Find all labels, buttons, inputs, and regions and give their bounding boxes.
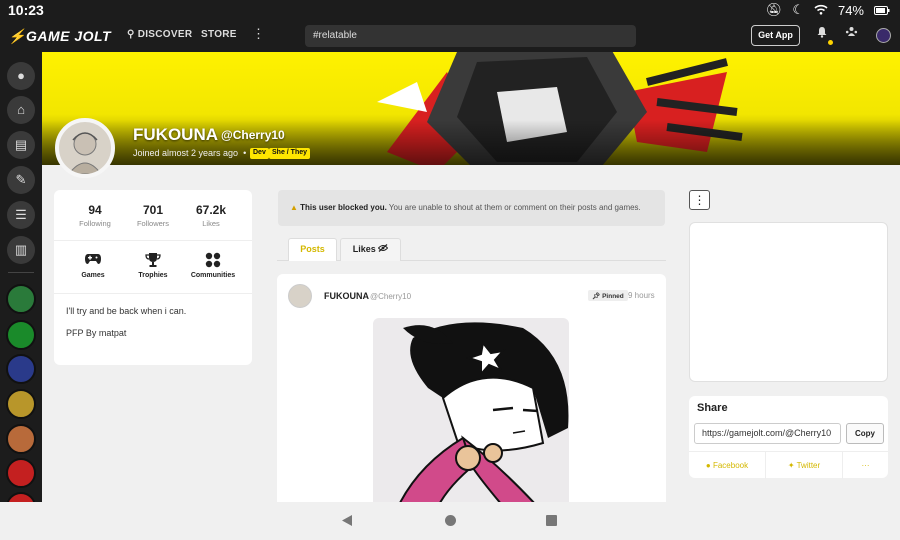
blocked-notice: ▲ This user blocked you. You are unable … [278,190,665,226]
divider [54,240,252,241]
mute-icon: 🔕︎ [765,2,783,17]
following-count: 94 [88,203,102,217]
communities-icon [183,252,243,270]
likes-stat[interactable]: 67.2k Likes [181,203,241,228]
profile-options-button[interactable]: ⋮ [689,190,710,210]
activity-icon[interactable]: ● [7,62,35,90]
more-share-button[interactable]: ··· [843,452,888,479]
chat-icon[interactable]: ☰ [7,201,35,229]
left-sidebar: ● ⌂ ▤ ✎ ☰ ▥ [0,52,42,522]
facebook-icon: ● [705,461,711,470]
facebook-share-button[interactable]: ● Facebook [689,452,766,479]
profile-handle: @Cherry10 [221,128,285,142]
discover-link[interactable]: ⚲ DISCOVER [127,29,192,40]
following-stat[interactable]: 94 Following [65,203,125,228]
bio-line: I'll try and be back when i can. [66,306,187,316]
store-icon[interactable]: ⌂ [7,96,35,124]
community-avatar[interactable] [6,284,36,314]
profile-avatar[interactable] [55,118,115,178]
pin-icon: 📌︎ [592,293,601,300]
notification-dot [828,40,833,45]
share-buttons: ● Facebook ✦ Twitter ··· [689,451,888,479]
get-app-button[interactable]: Get App [751,25,800,46]
games-link[interactable]: Games [63,252,123,279]
battery-level: 74% [837,2,864,18]
quests-icon[interactable]: ✎ [7,166,35,194]
status-bar: 10:23 🔕︎ ☾ 74% [0,0,900,20]
followers-label: Followers [136,219,170,228]
games-label: Games [81,272,105,279]
pronouns-tag: She / They [269,148,311,159]
warning-icon: ▲ [290,203,298,212]
community-avatar[interactable] [6,389,36,419]
friends-icon[interactable] [845,26,858,41]
likes-label: Likes [202,219,220,228]
post-image[interactable] [373,318,569,502]
battery-icon [874,3,890,18]
copy-button[interactable]: Copy [846,423,884,444]
twitter-icon: ✦ [787,461,795,470]
profile-name: FUKOUNA [133,125,218,144]
library-icon[interactable]: ▥ [7,236,35,264]
followers-count: 701 [142,203,164,217]
moon-icon: ☾ [792,2,804,17]
top-navigation: ⚡GAME JOLT ⚲ DISCOVER STORE ⋮ #relatable… [0,20,900,52]
community-avatar[interactable] [6,458,36,488]
post-card[interactable]: FUKOUNA @Cherry10 📌︎ Pinned 9 hours [277,274,666,502]
store-link[interactable]: STORE [201,29,237,40]
status-icons: 🔕︎ ☾ 74% [766,2,890,18]
following-label: Following [79,219,111,228]
bell-icon[interactable] [816,26,828,41]
back-icon[interactable] [341,514,353,530]
system-nav-bar [0,502,900,540]
blocked-text: You are unable to shout at them or comme… [386,203,641,212]
twitter-share-button[interactable]: ✦ Twitter [766,452,843,479]
share-title: Share [697,402,728,414]
inventory-icon[interactable]: ▤ [7,131,35,159]
communities-link[interactable]: Communities [183,252,243,279]
bio-line: PFP By matpat [66,328,127,338]
recents-icon[interactable] [545,514,558,530]
community-avatar[interactable] [6,320,36,350]
joined-date: Joined almost 2 years ago • [133,148,247,158]
tab-likes[interactable]: Likes [340,238,401,261]
post-author-name[interactable]: FUKOUNA [324,291,369,301]
blocked-title: This user blocked you. [300,203,387,212]
community-avatar[interactable] [6,424,36,454]
user-avatar[interactable] [876,28,891,43]
communities-label: Communities [190,272,236,279]
pinned-badge: 📌︎ Pinned [588,290,628,301]
community-avatar[interactable] [6,354,36,384]
hidden-eye-icon [378,244,389,254]
share-url-field[interactable]: https://gamejolt.com/@Cherry10 [694,423,841,444]
gamejolt-logo[interactable]: ⚡GAME JOLT [8,28,111,45]
post-timestamp: 9 hours [628,291,655,300]
post-author-handle[interactable]: @Cherry10 [370,292,411,301]
tab-posts[interactable]: Posts [288,238,337,261]
ad-placeholder [689,222,888,382]
post-author-avatar[interactable] [288,284,312,308]
clock: 10:23 [8,2,44,18]
trophies-label: Trophies [138,272,168,279]
profile-info-card: 94 Following 701 Followers 67.2k Likes G… [54,190,252,365]
divider [54,293,252,294]
trophies-link[interactable]: Trophies [123,252,183,279]
gamepad-icon [63,252,123,270]
search-input[interactable]: #relatable [305,25,636,47]
share-card: Share https://gamejolt.com/@Cherry10 Cop… [689,396,888,479]
profile-tabs: Posts Likes [277,238,666,261]
more-menu-icon[interactable]: ⋮ [252,26,265,42]
followers-stat[interactable]: 701 Followers [123,203,183,228]
sidebar-divider [8,272,34,273]
dev-tag: Dev [250,148,269,159]
likes-count: 67.2k [195,203,227,217]
home-icon[interactable] [444,514,457,530]
trophy-icon [123,252,183,270]
wifi-icon [814,3,828,18]
